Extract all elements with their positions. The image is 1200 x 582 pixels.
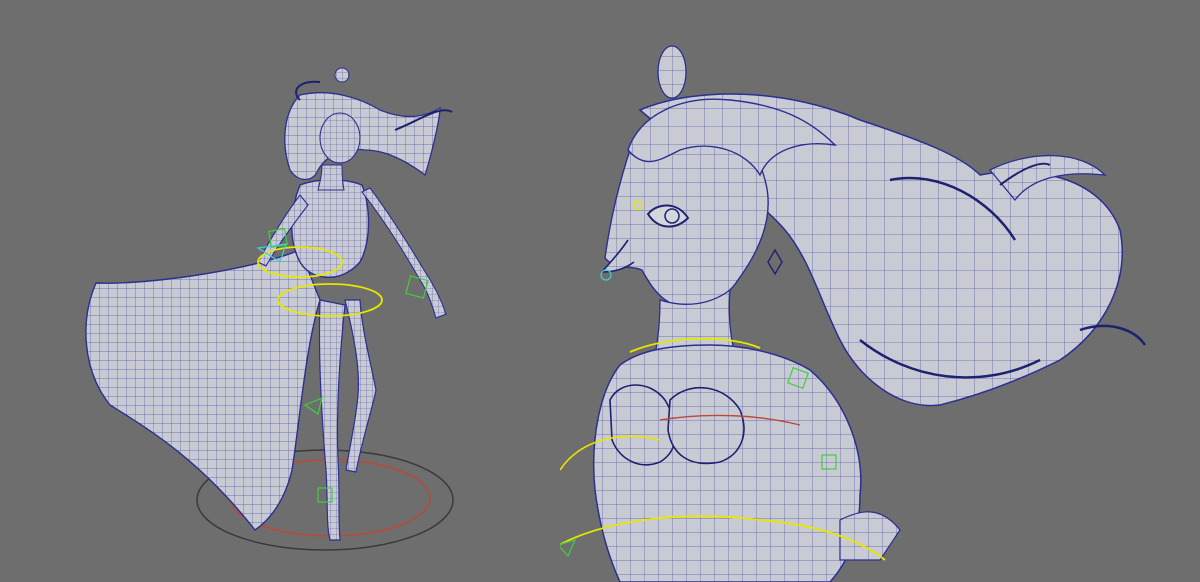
hair-mesh[interactable] — [284, 92, 441, 181]
hair-bun-disc[interactable] — [657, 45, 687, 99]
face-mesh[interactable] — [319, 112, 361, 164]
full-body-scene — [85, 67, 454, 551]
neck-mesh — [317, 164, 345, 191]
knee-controller[interactable] — [303, 396, 323, 415]
3d-viewport[interactable] — [0, 0, 1200, 582]
right-arm-mesh[interactable] — [361, 187, 447, 319]
left-leg-mesh[interactable] — [318, 299, 346, 541]
cloth-fold — [839, 511, 901, 561]
hair-bun — [334, 67, 350, 83]
right-viewport-pane[interactable] — [560, 0, 1200, 582]
torso-mesh[interactable] — [291, 179, 370, 279]
torso-mesh[interactable] — [592, 344, 862, 582]
left-viewport-pane[interactable] — [0, 0, 560, 582]
earring[interactable] — [767, 248, 783, 276]
right-leg-mesh[interactable] — [344, 299, 377, 473]
bust-closeup-scene — [560, 45, 1147, 582]
